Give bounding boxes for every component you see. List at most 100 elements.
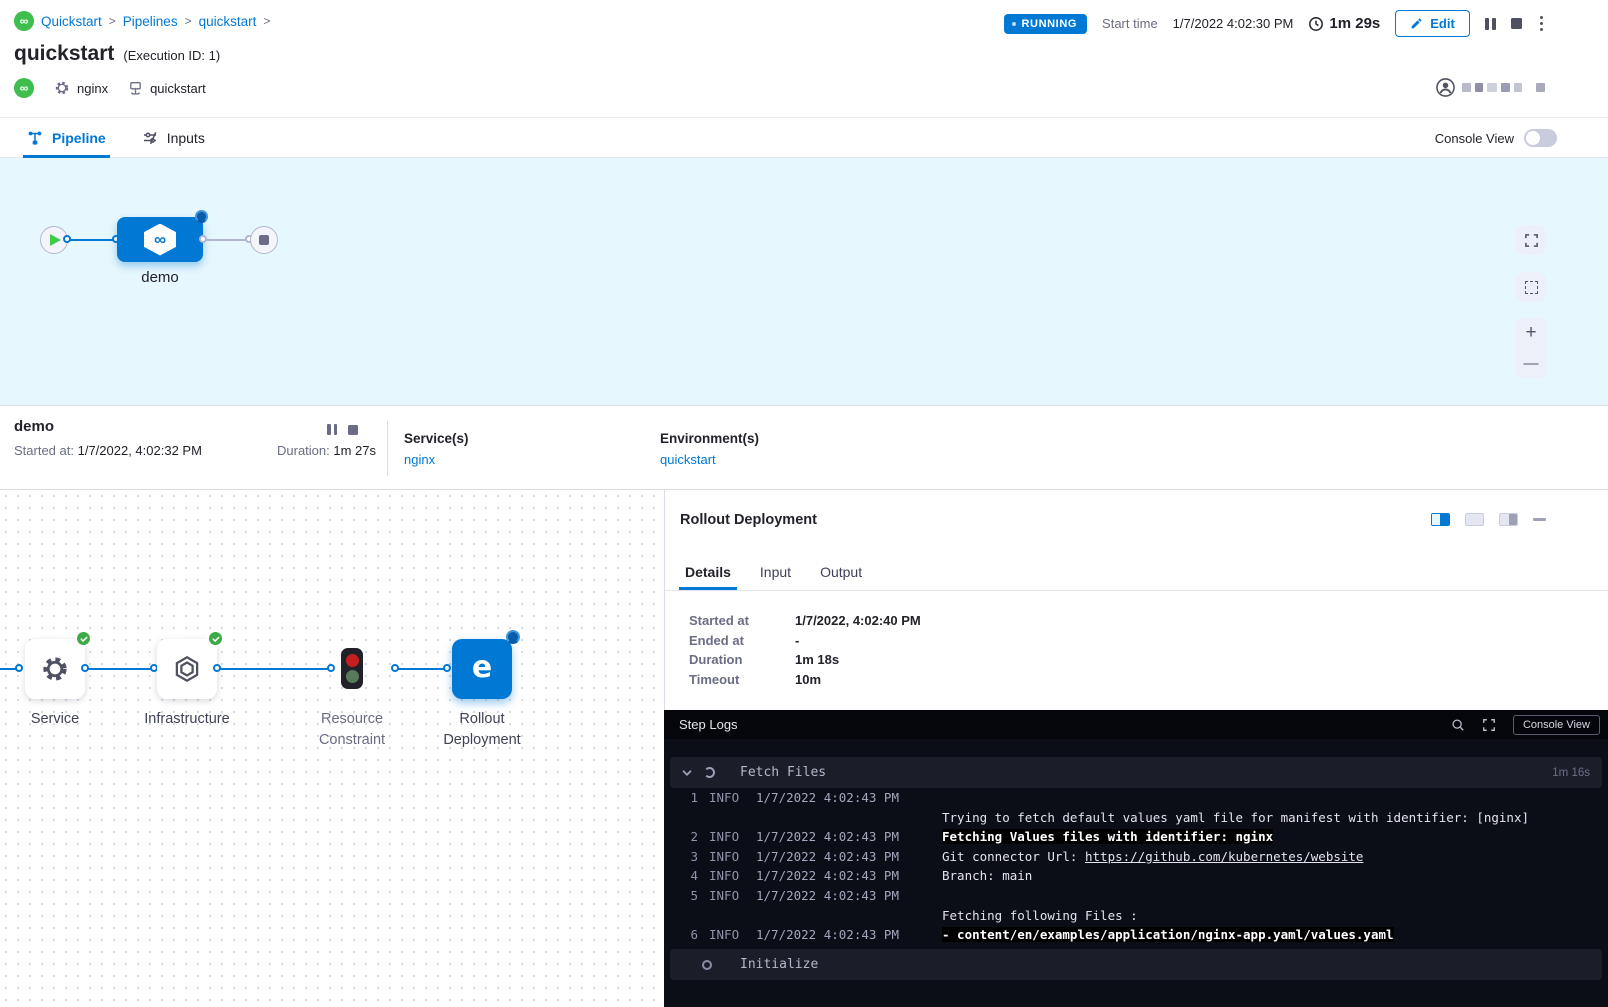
execution-header-actions: RUNNING Start time 1/7/2022 4:02:30 PM 1… bbox=[1004, 10, 1547, 37]
breadcrumb-quickstart[interactable]: Quickstart bbox=[41, 14, 102, 29]
pause-execution-button[interactable] bbox=[1485, 18, 1496, 30]
log-line-number: 6 bbox=[680, 927, 698, 942]
service-tag[interactable]: nginx bbox=[54, 80, 108, 96]
stage-node-demo[interactable]: ∞ bbox=[117, 217, 203, 262]
log-row: 2 INFO 1/7/2022 4:02:43 PM Fetching Valu… bbox=[664, 829, 1608, 849]
services-label: Service(s) bbox=[404, 431, 469, 446]
zoom-in-button[interactable]: + bbox=[1516, 318, 1546, 348]
divider bbox=[387, 421, 388, 476]
minimize-panel-icon[interactable] bbox=[1533, 518, 1546, 521]
section-title: Initialize bbox=[740, 957, 818, 972]
step-node-infrastructure[interactable] bbox=[157, 639, 217, 699]
layout-right-panel-icon[interactable] bbox=[1499, 513, 1518, 526]
stage-pause-button[interactable] bbox=[327, 424, 337, 435]
clock-icon bbox=[1308, 16, 1324, 32]
success-check-icon bbox=[207, 630, 224, 647]
log-line-number: 1 bbox=[680, 790, 698, 805]
section-pending-circle-icon bbox=[702, 960, 712, 970]
edge-dot bbox=[63, 235, 71, 243]
pipeline-end-node[interactable] bbox=[250, 226, 278, 254]
console-view-label: Console View bbox=[1435, 131, 1514, 146]
breadcrumb-separator: > bbox=[185, 14, 192, 28]
detail-label: Timeout bbox=[689, 672, 795, 687]
divider bbox=[665, 590, 1608, 591]
environment-tag[interactable]: quickstart bbox=[128, 81, 206, 96]
breadcrumb-pipelines[interactable]: Pipelines bbox=[123, 14, 178, 29]
environments-label: Environment(s) bbox=[660, 431, 759, 446]
detail-value: 1/7/2022, 4:02:40 PM bbox=[795, 613, 921, 628]
redacted-username bbox=[1475, 83, 1483, 92]
stop-execution-button[interactable] bbox=[1511, 18, 1522, 29]
zoom-out-button[interactable]: — bbox=[1516, 348, 1546, 378]
log-section-initialize[interactable]: Initialize bbox=[670, 949, 1602, 980]
log-timestamp: 1/7/2022 4:02:43 PM bbox=[756, 927, 899, 942]
edge-start-to-stage bbox=[68, 239, 118, 241]
duration-value: 1m 27s bbox=[333, 443, 376, 458]
execution-id: (Execution ID: 1) bbox=[123, 48, 220, 63]
log-timestamp: 1/7/2022 4:02:43 PM bbox=[756, 888, 899, 903]
tab-input[interactable]: Input bbox=[760, 553, 791, 590]
more-options-menu[interactable] bbox=[1537, 16, 1546, 31]
top-header: ∞ Quickstart > Pipelines > quickstart > … bbox=[0, 0, 1608, 117]
layout-bottom-icon[interactable] bbox=[1465, 513, 1484, 526]
edge-dot bbox=[213, 664, 221, 672]
console-view-toggle[interactable] bbox=[1524, 129, 1557, 147]
log-level: INFO bbox=[709, 927, 739, 942]
log-row: 1 INFO 1/7/2022 4:02:43 PM bbox=[664, 790, 1608, 810]
canvas-zoom-controls: + — bbox=[1516, 318, 1546, 378]
service-link[interactable]: nginx bbox=[404, 452, 469, 467]
search-icon[interactable] bbox=[1451, 718, 1465, 732]
breadcrumb-pipeline-name[interactable]: quickstart bbox=[199, 14, 257, 29]
expand-logs-icon[interactable] bbox=[1482, 718, 1496, 732]
tab-inputs-label: Inputs bbox=[167, 130, 205, 146]
user-avatar-icon[interactable] bbox=[1436, 78, 1455, 97]
edge bbox=[217, 668, 334, 670]
tab-details[interactable]: Details bbox=[685, 553, 731, 590]
log-section-fetch-files[interactable]: Fetch Files 1m 16s bbox=[670, 757, 1602, 788]
tab-output[interactable]: Output bbox=[820, 553, 862, 590]
environment-link[interactable]: quickstart bbox=[660, 452, 759, 467]
success-check-icon bbox=[75, 630, 92, 647]
detail-label: Ended at bbox=[689, 633, 795, 648]
log-message: Branch: main bbox=[942, 868, 1032, 883]
log-message: Fetching Values files with identifier: n… bbox=[942, 829, 1273, 844]
detail-row: Ended at - bbox=[689, 633, 799, 648]
step-panel-tabs: Details Input Output bbox=[685, 553, 862, 590]
elapsed-time: 1m 29s bbox=[1308, 15, 1380, 32]
running-spinner-icon bbox=[506, 630, 520, 644]
pipeline-icon bbox=[27, 130, 43, 146]
breadcrumb: ∞ Quickstart > Pipelines > quickstart > bbox=[14, 11, 270, 31]
console-view-button[interactable]: Console View bbox=[1513, 715, 1600, 735]
tab-pipeline[interactable]: Pipeline bbox=[27, 118, 106, 158]
edit-button[interactable]: Edit bbox=[1395, 10, 1470, 37]
inputs-icon bbox=[142, 130, 158, 146]
stage-stop-button[interactable] bbox=[348, 425, 358, 435]
status-badge-label: RUNNING bbox=[1022, 18, 1078, 30]
stage-summary-bar: demo Started at: 1/7/2022, 4:02:32 PM Du… bbox=[0, 405, 1608, 490]
redacted-username bbox=[1501, 83, 1510, 92]
redacted-username bbox=[1487, 83, 1497, 92]
page-title: quickstart bbox=[14, 42, 114, 66]
step-node-service[interactable] bbox=[25, 639, 85, 699]
view-tab-bar: Pipeline Inputs Console View bbox=[0, 117, 1608, 158]
step-logs-console: Step Logs Console View Fetch Files 1m 16… bbox=[664, 710, 1608, 1007]
canvas-fit-selection-button[interactable] bbox=[1516, 272, 1546, 302]
git-connector-url-link[interactable]: https://github.com/kubernetes/website bbox=[1085, 849, 1363, 864]
log-message: Fetching following Files : bbox=[942, 908, 1138, 923]
start-time-label: Start time bbox=[1102, 16, 1158, 31]
detail-label: Duration bbox=[689, 652, 795, 667]
cd-stage-icon: ∞ bbox=[144, 224, 176, 256]
tab-inputs[interactable]: Inputs bbox=[142, 118, 205, 158]
step-node-rollout-deployment[interactable]: e bbox=[452, 639, 512, 699]
log-timestamp: 1/7/2022 4:02:43 PM bbox=[756, 868, 899, 883]
step-node-resource-constraint[interactable] bbox=[341, 648, 363, 689]
canvas-fullscreen-button[interactable] bbox=[1516, 225, 1546, 255]
triggered-by bbox=[1436, 78, 1545, 97]
detail-value: 10m bbox=[795, 672, 821, 687]
log-message: Trying to fetch default values yaml file… bbox=[942, 810, 1529, 825]
detail-value: - bbox=[795, 633, 799, 648]
layout-right-split-icon[interactable] bbox=[1431, 513, 1450, 526]
log-message-text: Git connector Url: bbox=[942, 849, 1085, 864]
edge-dot bbox=[81, 664, 89, 672]
step-logs-header: Step Logs Console View bbox=[664, 710, 1608, 739]
